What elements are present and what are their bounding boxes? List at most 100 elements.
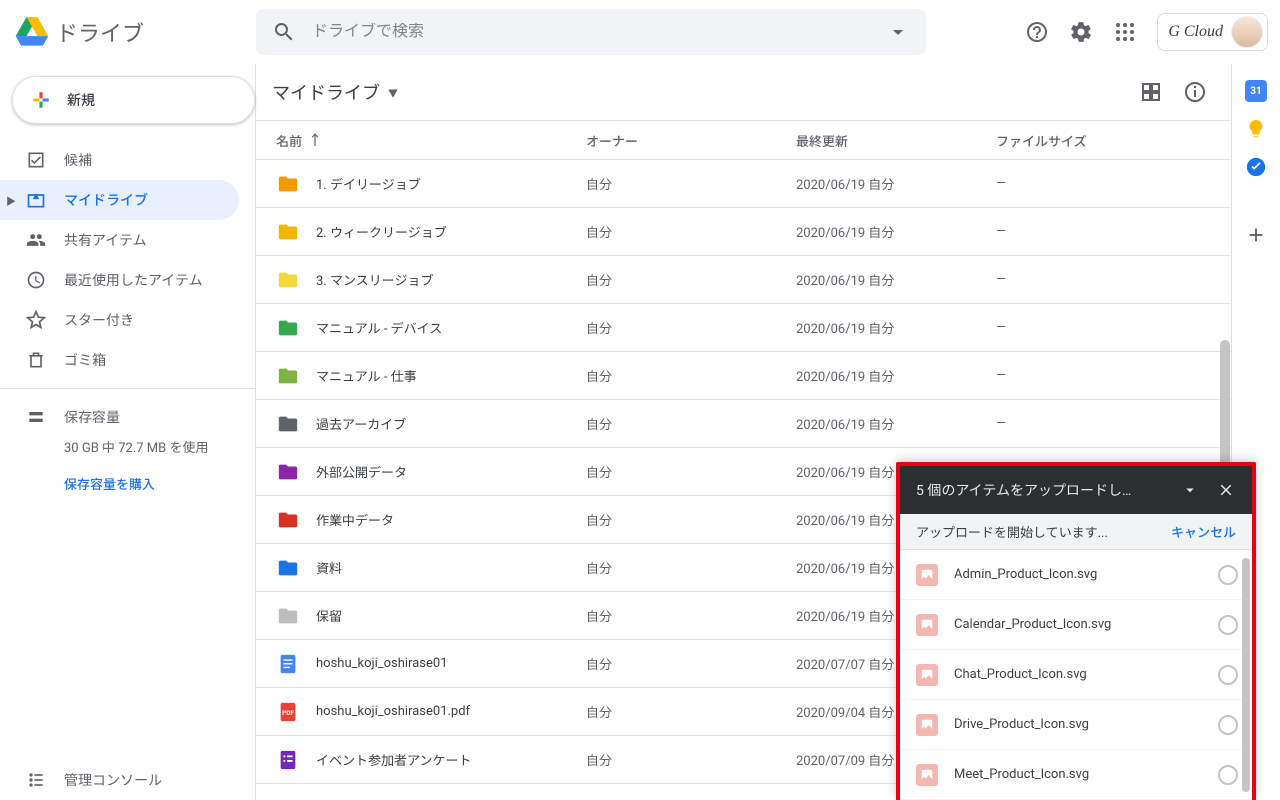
file-name: hoshu_koji_oshirase01.pdf (316, 704, 586, 719)
storage-block: 保存容量 30 GB 中 72.7 MB を使用 保存容量を購入 (0, 397, 255, 493)
upload-panel: 5 個のアイテムをアップロードし… アップロードを開始しています... キャンセ… (896, 462, 1256, 800)
upload-file-name: Calendar_Product_Icon.svg (954, 617, 1218, 632)
file-owner: 自分 (586, 558, 796, 577)
sort-arrow-icon: ↑ (308, 130, 322, 150)
col-size[interactable]: ファイルサイズ (996, 131, 1215, 150)
upload-list: Admin_Product_Icon.svg Calendar_Product_… (900, 550, 1252, 800)
upload-item[interactable]: Chat_Product_Icon.svg (900, 650, 1252, 700)
folder-icon (276, 220, 300, 244)
sidebar-item-trash[interactable]: ゴミ箱 (0, 340, 239, 380)
account-chip[interactable]: G Cloud (1157, 13, 1268, 51)
breadcrumb-label: マイドライブ (272, 79, 380, 105)
sidebar-item-recent[interactable]: 最近使用したアイテム (0, 260, 239, 300)
settings-icon[interactable] (1061, 12, 1101, 52)
col-name[interactable]: 名前 ↑ (276, 130, 586, 150)
buy-storage-link[interactable]: 保存容量を購入 (64, 474, 243, 493)
folder-icon (276, 172, 300, 196)
file-name: 3. マンスリージョブ (316, 270, 586, 289)
upload-status: アップロードを開始しています... (916, 522, 1171, 541)
folder-icon (276, 556, 300, 580)
logo-block[interactable]: ドライブ (12, 12, 256, 52)
sidebar-item-admin[interactable]: 管理コンソール (0, 760, 239, 800)
file-modified: 2020/06/19 自分 (796, 270, 996, 289)
close-icon[interactable] (1208, 472, 1244, 508)
file-owner: 自分 (586, 606, 796, 625)
folder-icon (276, 604, 300, 628)
file-owner: 自分 (586, 270, 796, 289)
file-name: 1. デイリージョブ (316, 174, 586, 193)
file-name: 過去アーカイブ (316, 414, 586, 433)
search-options-icon[interactable] (878, 12, 918, 52)
file-row[interactable]: 過去アーカイブ 自分 2020/06/19 自分 — (256, 400, 1231, 448)
add-app-icon[interactable] (1245, 224, 1267, 250)
folder-icon (276, 268, 300, 292)
file-size: — (996, 320, 1215, 335)
help-icon[interactable] (1017, 12, 1057, 52)
file-name: 2. ウィークリージョブ (316, 222, 586, 241)
file-row[interactable]: 2. ウィークリージョブ 自分 2020/06/19 自分 — (256, 208, 1231, 256)
collapse-icon[interactable] (1172, 472, 1208, 508)
col-modified[interactable]: 最終更新 (796, 131, 996, 150)
file-size: — (996, 272, 1215, 287)
file-size: — (996, 224, 1215, 239)
col-owner[interactable]: オーナー (586, 131, 796, 150)
upload-item[interactable]: Meet_Product_Icon.svg (900, 750, 1252, 800)
app-name: ドライブ (56, 16, 144, 48)
keep-app-icon[interactable] (1245, 118, 1267, 140)
account-name: G Cloud (1168, 23, 1223, 41)
tasks-app-icon[interactable] (1245, 156, 1267, 178)
folder-icon (276, 364, 300, 388)
search-icon[interactable] (264, 12, 304, 52)
sidebar-item-storage[interactable]: 保存容量 (26, 397, 243, 437)
file-modified: 2020/06/19 自分 (796, 414, 996, 433)
image-file-icon (916, 764, 938, 786)
sidebar-item-shared[interactable]: 共有アイテム (0, 220, 239, 260)
file-owner: 自分 (586, 702, 796, 721)
calendar-app-icon[interactable]: 31 (1245, 80, 1267, 102)
sidebar-item-suggestions[interactable]: 候補 (0, 140, 239, 180)
file-modified: 2020/06/19 自分 (796, 366, 996, 385)
app-header: ドライブ G Cloud (0, 0, 1280, 64)
apps-icon[interactable] (1105, 12, 1145, 52)
grid-view-icon[interactable] (1131, 72, 1171, 112)
search-bar[interactable] (256, 9, 926, 55)
sidebar-item-mydrive[interactable]: ▶ マイドライブ (0, 180, 239, 220)
upload-subheader: アップロードを開始しています... キャンセル (900, 514, 1252, 550)
sidebar-item-starred[interactable]: スター付き (0, 300, 239, 340)
sidebar-item-label: 管理コンソール (64, 770, 162, 790)
file-modified: 2020/06/19 自分 (796, 174, 996, 193)
file-owner: 自分 (586, 750, 796, 769)
file-size: — (996, 368, 1215, 383)
file-name: イベント参加者アンケート (316, 750, 586, 769)
info-icon[interactable] (1175, 72, 1215, 112)
file-size: — (996, 416, 1215, 431)
file-row[interactable]: 3. マンスリージョブ 自分 2020/06/19 自分 — (256, 256, 1231, 304)
file-owner: 自分 (586, 174, 796, 193)
file-name: マニュアル - デバイス (316, 318, 586, 337)
file-owner: 自分 (586, 366, 796, 385)
file-row[interactable]: 1. デイリージョブ 自分 2020/06/19 自分 — (256, 160, 1231, 208)
upload-item[interactable]: Admin_Product_Icon.svg (900, 550, 1252, 600)
svg-text:PDF: PDF (282, 708, 294, 716)
file-name: hoshu_koji_oshirase01 (316, 656, 586, 671)
sidebar-item-label: 共有アイテム (64, 230, 147, 250)
file-name: 資料 (316, 558, 586, 577)
file-row[interactable]: マニュアル - 仕事 自分 2020/06/19 自分 — (256, 352, 1231, 400)
breadcrumb[interactable]: マイドライブ ▼ (272, 79, 398, 105)
sidebar-item-label: スター付き (64, 310, 134, 330)
new-button[interactable]: 新規 (12, 76, 255, 124)
folder-icon (276, 412, 300, 436)
upload-cancel-button[interactable]: キャンセル (1171, 522, 1236, 541)
chevron-down-icon: ▼ (388, 85, 398, 100)
sidebar: 新規 候補 ▶ マイドライブ 共有アイテム 最近使用したアイテム スター付き ゴ… (0, 64, 256, 800)
chevron-right-icon: ▶ (6, 193, 16, 208)
file-owner: 自分 (586, 654, 796, 673)
upload-progress-icon (1218, 715, 1238, 735)
upload-item[interactable]: Drive_Product_Icon.svg (900, 700, 1252, 750)
upload-item[interactable]: Calendar_Product_Icon.svg (900, 600, 1252, 650)
upload-scrollbar-thumb[interactable] (1242, 558, 1250, 792)
search-input[interactable] (304, 23, 878, 41)
file-name: 作業中データ (316, 510, 586, 529)
file-row[interactable]: マニュアル - デバイス 自分 2020/06/19 自分 — (256, 304, 1231, 352)
folder-icon (276, 508, 300, 532)
